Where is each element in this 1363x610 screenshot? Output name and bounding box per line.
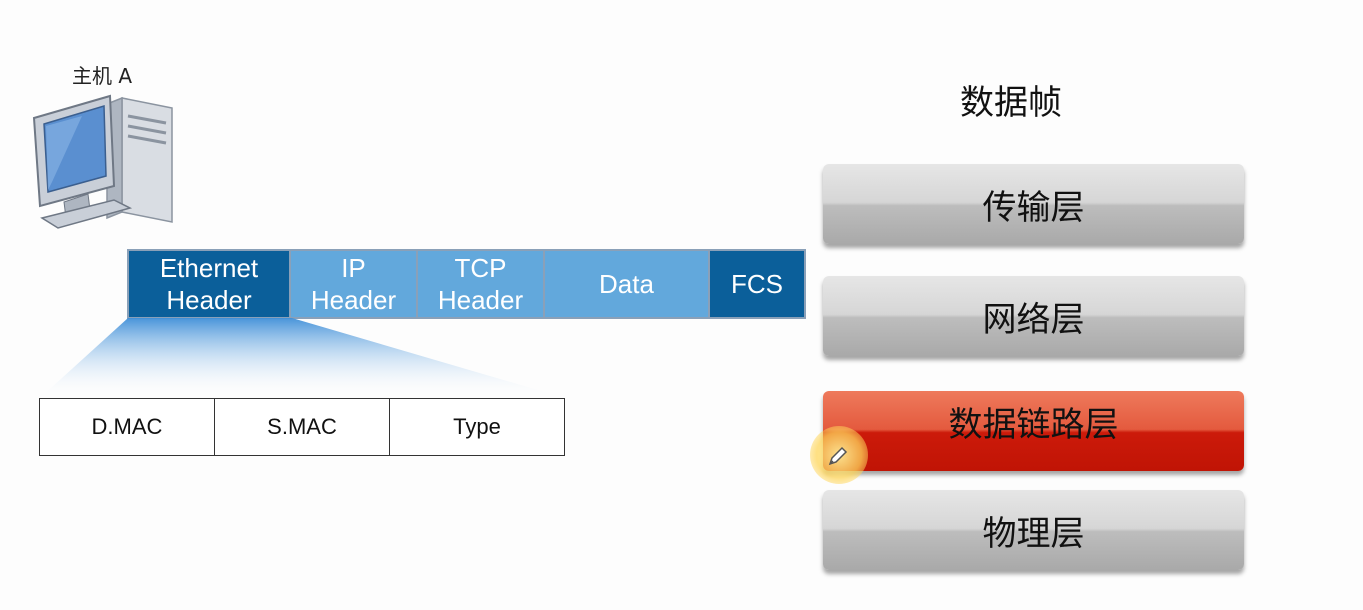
ethernet-header-fields: D.MAC S.MAC Type xyxy=(39,398,565,456)
layer-transport: 传输层 xyxy=(823,164,1244,244)
header-expansion-fan xyxy=(40,318,565,398)
field-smac: S.MAC xyxy=(214,398,390,456)
field-type: Type xyxy=(389,398,565,456)
frame-segment-ip-header: IP Header xyxy=(289,249,418,319)
layer-data-link: 数据链路层 xyxy=(823,391,1244,471)
stack-title: 数据帧 xyxy=(960,83,1062,123)
frame-segment-data: Data xyxy=(543,249,710,319)
layer-physical: 物理层 xyxy=(823,490,1244,570)
computer-icon xyxy=(22,90,182,234)
pen-cursor-icon xyxy=(810,426,868,484)
ethernet-frame: Ethernet Header IP Header TCP Header Data F… xyxy=(127,249,806,319)
frame-segment-fcs: FCS xyxy=(708,249,806,319)
frame-segment-tcp-header: TCP Header xyxy=(416,249,545,319)
layer-network: 网络层 xyxy=(823,276,1244,356)
frame-segment-ethernet-header: Ethernet Header xyxy=(127,249,291,319)
host-a-label: 主机 A xyxy=(72,64,133,88)
field-dmac: D.MAC xyxy=(39,398,215,456)
